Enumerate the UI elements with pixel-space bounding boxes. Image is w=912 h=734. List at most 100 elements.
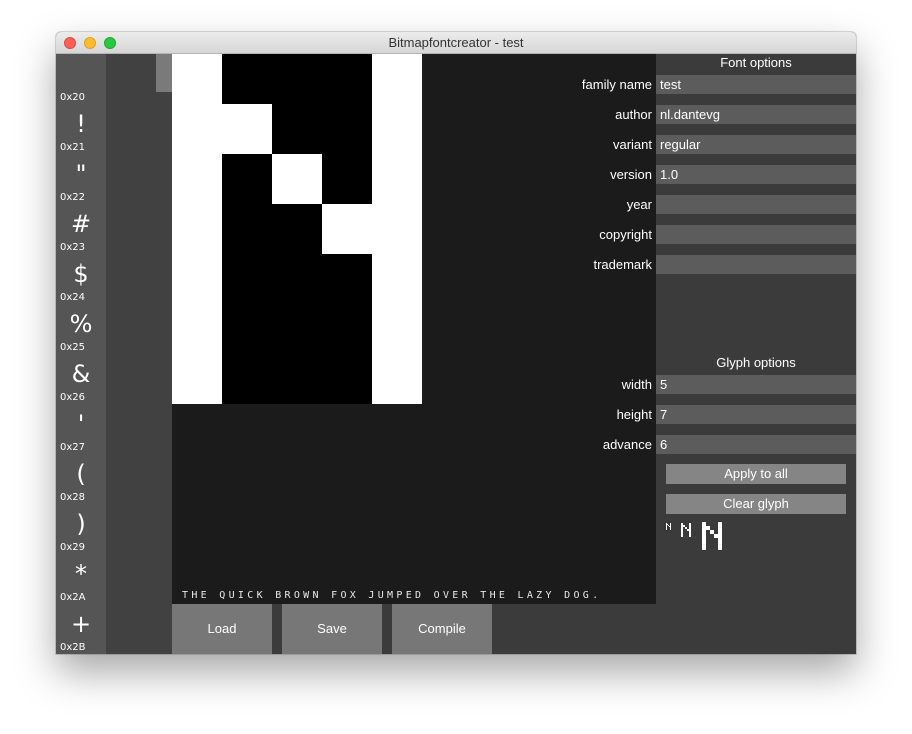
glyph-pixel[interactable] [372, 104, 422, 154]
glyph-code: 0x25 [60, 342, 86, 353]
preview-pixel [718, 538, 722, 542]
glyph-pixel[interactable] [322, 104, 372, 154]
glyph-pixel[interactable] [372, 154, 422, 204]
version-field[interactable]: 1.0 [656, 165, 856, 184]
compile-button[interactable]: Compile [392, 604, 492, 654]
preview-pixel [681, 535, 683, 537]
load-button[interactable]: Load [172, 604, 272, 654]
preview-pixel [718, 522, 722, 526]
copyright-field[interactable] [656, 225, 856, 244]
year-field[interactable] [656, 195, 856, 214]
preview-pixel [689, 531, 691, 533]
glyph-char: + [70, 610, 92, 638]
preview-pixel [702, 530, 706, 534]
preview-pixel [685, 527, 687, 529]
glyph-pixel[interactable] [322, 304, 372, 354]
preview-pixel [702, 534, 706, 538]
save-button[interactable]: Save [282, 604, 382, 654]
glyph-item[interactable]: & 0x26 [56, 354, 106, 404]
advance-label: advance [602, 437, 652, 452]
glyph-pixel[interactable] [222, 304, 272, 354]
glyph-code: 0x28 [60, 492, 86, 503]
glyph-pixel[interactable] [372, 204, 422, 254]
glyph-pixel[interactable] [172, 354, 222, 404]
glyph-pixel[interactable] [222, 104, 272, 154]
preview-pixel [718, 542, 722, 546]
preview-pixel [666, 527, 667, 528]
glyph-pixel[interactable] [272, 254, 322, 304]
glyph-pixel[interactable] [322, 154, 372, 204]
glyph-item[interactable]: ' 0x27 [56, 404, 106, 454]
glyph-pixel[interactable] [172, 154, 222, 204]
glyph-code: 0x29 [60, 542, 86, 553]
preview-pixel [681, 525, 683, 527]
year-label: year [626, 197, 652, 212]
glyph-pixel[interactable] [272, 304, 322, 354]
glyph-pixel[interactable] [272, 354, 322, 404]
glyph-pixel[interactable] [372, 304, 422, 354]
glyph-pixel[interactable] [272, 204, 322, 254]
glyph-item[interactable]: ! 0x21 [56, 104, 106, 154]
glyph-item[interactable]: 0x20 [56, 54, 106, 104]
glyph-pixel[interactable] [222, 154, 272, 204]
width-field[interactable]: 5 [656, 375, 856, 394]
glyph-pixel[interactable] [372, 254, 422, 304]
glyph-options-title: Glyph options [716, 355, 796, 370]
glyph-pixel[interactable] [222, 354, 272, 404]
preview-pixel [681, 533, 683, 535]
preview-pixel [670, 525, 671, 526]
glyph-pixel[interactable] [322, 354, 372, 404]
glyph-pixel[interactable] [172, 204, 222, 254]
glyph-item[interactable]: ( 0x28 [56, 454, 106, 504]
preview-pixel [666, 523, 667, 524]
glyph-pixel[interactable] [322, 254, 372, 304]
glyph-code: 0x20 [60, 92, 86, 103]
glyph-item[interactable]: + 0x2B [56, 604, 106, 654]
glyph-pixel[interactable] [172, 254, 222, 304]
preview-pixel [681, 531, 683, 533]
glyph-pixel[interactable] [272, 104, 322, 154]
glyph-item[interactable]: * 0x2A [56, 554, 106, 604]
glyph-item[interactable]: " 0x22 [56, 154, 106, 204]
glyph-pixel[interactable] [322, 204, 372, 254]
preview-pixel [666, 529, 667, 530]
preview-pixel [670, 528, 671, 529]
glyph-item[interactable]: $ 0x24 [56, 254, 106, 304]
trademark-field[interactable] [656, 255, 856, 274]
preview-pixel [666, 525, 667, 526]
pixel-grid[interactable] [172, 54, 422, 404]
glyph-pixel[interactable] [272, 154, 322, 204]
glyph-item[interactable]: ) 0x29 [56, 504, 106, 554]
glyph-item[interactable]: % 0x25 [56, 304, 106, 354]
preview-pixel [687, 529, 689, 531]
height-field[interactable]: 7 [656, 405, 856, 424]
glyph-char: " [75, 160, 87, 188]
glyph-pixel[interactable] [172, 304, 222, 354]
preview-pixel [702, 526, 706, 530]
glyph-pixel[interactable] [172, 104, 222, 154]
preview-pixel [669, 526, 670, 527]
family-name-field[interactable]: test [656, 75, 856, 94]
author-field[interactable]: nl.dantevg [656, 105, 856, 124]
variant-field[interactable]: regular [656, 135, 856, 154]
glyph-pixel[interactable] [372, 54, 422, 104]
glyph-pixel[interactable] [322, 54, 372, 104]
glyph-char: $ [73, 260, 89, 288]
glyph-pixel[interactable] [222, 204, 272, 254]
variant-label: variant [612, 137, 652, 152]
preview-pixel [718, 530, 722, 534]
glyph-pixel[interactable] [222, 54, 272, 104]
glyph-pixel[interactable] [372, 354, 422, 404]
glyph-item[interactable]: # 0x23 [56, 204, 106, 254]
advance-field[interactable]: 6 [656, 435, 856, 454]
glyph-list-scrollbar[interactable] [156, 54, 172, 92]
clear-glyph-button[interactable]: Clear glyph [666, 494, 846, 514]
preview-pixel [689, 533, 691, 535]
apply-to-all-button[interactable]: Apply to all [666, 464, 846, 484]
preview-pixel [710, 530, 714, 534]
version-label: version [610, 167, 652, 182]
glyph-pixel[interactable] [222, 254, 272, 304]
bottom-toolbar: Load Save Compile [172, 604, 656, 654]
glyph-pixel[interactable] [272, 54, 322, 104]
glyph-pixel[interactable] [172, 54, 222, 104]
